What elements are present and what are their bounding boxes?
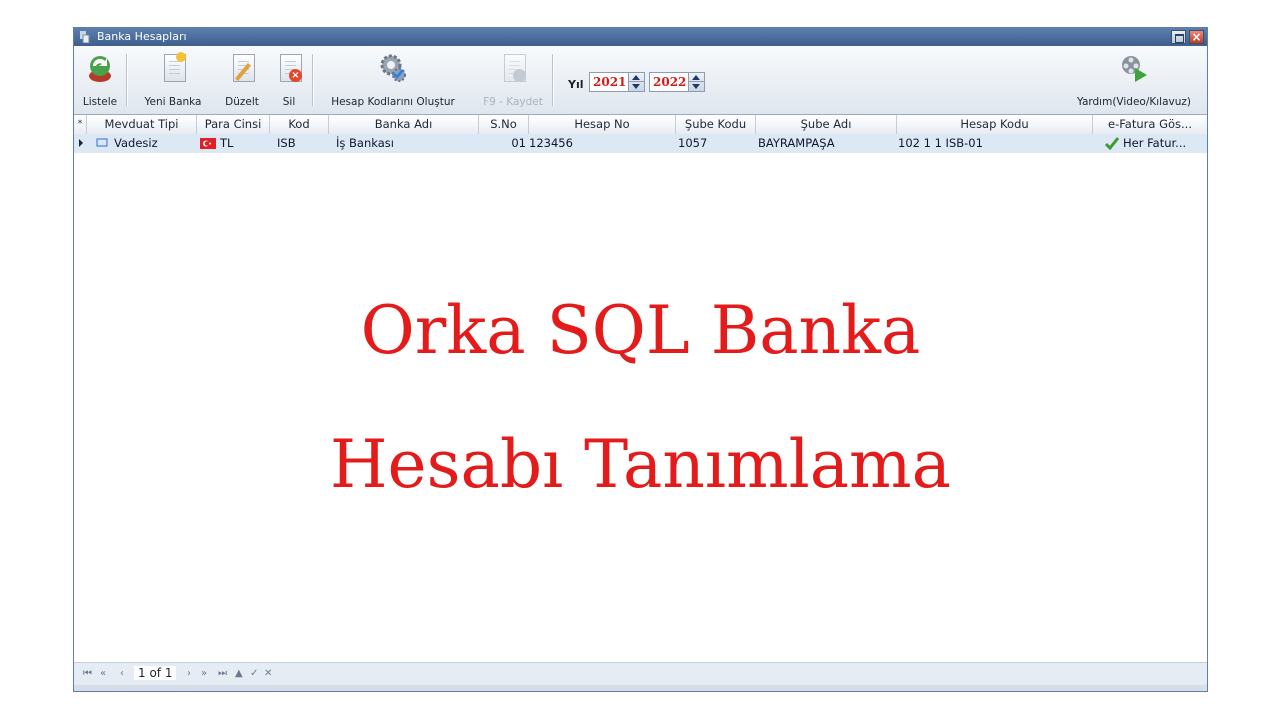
year-from-spinner[interactable]: 2021 [589, 72, 645, 92]
new-row-marker: * [74, 115, 87, 134]
deposit-type-icon [96, 134, 110, 152]
col-e-fatura[interactable]: e-Fatura Gös... [1093, 115, 1207, 134]
check-icon [1104, 134, 1122, 152]
cell-e-fatura: Her Fatur... [1123, 136, 1187, 150]
cell-hesap-no: 123456 [529, 136, 573, 150]
col-banka-adi[interactable]: Banka Adı [329, 115, 479, 134]
row-indicator-icon [77, 134, 85, 152]
col-sno[interactable]: S.No [479, 115, 529, 134]
col-sube-kodu[interactable]: Şube Kodu [676, 115, 756, 134]
spin-up-icon[interactable] [692, 75, 700, 80]
yardim-button[interactable]: Yardım(Video/Kılavuz) [1064, 52, 1204, 110]
toolbar: Listele Yeni Banka Düzelt × Sil Hesap Ko… [74, 46, 1207, 115]
year-from-spin-buttons[interactable] [628, 73, 644, 91]
overlay-title-line1: Orka SQL Banka [360, 292, 921, 369]
next-page-icon[interactable]: » [201, 668, 207, 679]
sil-button[interactable]: × Sil [272, 52, 306, 110]
gear-icon [380, 54, 406, 82]
col-hesap-no[interactable]: Hesap No [529, 115, 676, 134]
status-bar [74, 685, 1207, 691]
cell-sube-kodu: 1057 [678, 136, 708, 150]
next-record-icon[interactable]: › [187, 668, 191, 679]
refresh-icon [89, 56, 111, 82]
cell-hesap-kodu: 102 1 1 ISB-01 [898, 136, 983, 150]
record-navigator: ⏮ « ‹ 1 of 1 › » ⏭ ▲ ✓ ✕ [74, 662, 1207, 685]
grid-header: * Mevduat Tipi Para Cinsi Kod Banka Adı … [74, 115, 1207, 135]
title-bar: Banka Hesapları × [74, 28, 1207, 46]
year-label: Yıl [568, 78, 584, 91]
confirm-icon[interactable]: ✓ [250, 668, 258, 679]
last-record-icon[interactable]: ⏭ [218, 668, 227, 679]
cell-sube-adi: BAYRAMPAŞA [758, 136, 835, 150]
save-document-icon [498, 52, 528, 84]
window-title: Banka Hesapları [97, 30, 187, 43]
year-to-spinner[interactable]: 2022 [649, 72, 705, 92]
turkish-flag-icon [200, 134, 218, 152]
delete-document-icon: × [274, 52, 304, 84]
col-hesap-kodu[interactable]: Hesap Kodu [897, 115, 1093, 134]
col-mevduat-tipi[interactable]: Mevduat Tipi [87, 115, 197, 134]
overlay-title-line2: Hesabı Tanımlama [329, 426, 951, 503]
grid-body [74, 153, 1207, 667]
cell-para-cinsi: TL [220, 136, 234, 150]
cell-kod: ISB [277, 136, 296, 150]
toolbar-separator [552, 54, 554, 106]
edit-document-icon [227, 52, 257, 84]
video-help-icon [1122, 56, 1147, 82]
move-up-icon[interactable]: ▲ [235, 668, 243, 679]
banka-hesaplari-window: Banka Hesapları × Listele Yeni Banka Düz… [73, 27, 1208, 692]
table-row[interactable]: Vadesiz TL ISB İş Bankası 01 123456 1057… [74, 134, 1207, 153]
col-sube-adi[interactable]: Şube Adı [756, 115, 897, 134]
cell-banka-adi: İş Bankası [336, 136, 394, 150]
cell-mevduat-tipi: Vadesiz [114, 136, 158, 150]
prev-record-icon[interactable]: ‹ [120, 668, 124, 679]
yeni-banka-button[interactable]: Yeni Banka [134, 52, 212, 110]
hesap-kodlarini-olustur-button[interactable]: Hesap Kodlarını Oluştur [318, 52, 468, 110]
spin-down-icon[interactable] [632, 84, 640, 89]
close-button[interactable]: × [1189, 30, 1204, 44]
kaydet-button[interactable]: F9 - Kaydet [478, 52, 548, 110]
duzelt-button[interactable]: Düzelt [216, 52, 268, 110]
record-position: 1 of 1 [134, 666, 177, 680]
spin-down-icon[interactable] [692, 84, 700, 89]
listele-button[interactable]: Listele [80, 52, 120, 110]
spin-up-icon[interactable] [632, 75, 640, 80]
new-document-icon [158, 52, 188, 84]
toolbar-separator [126, 54, 128, 106]
app-icon [80, 31, 90, 43]
year-to-spin-buttons[interactable] [688, 73, 704, 91]
prev-page-icon[interactable]: « [100, 668, 106, 679]
cancel-icon[interactable]: ✕ [264, 668, 272, 679]
first-record-icon[interactable]: ⏮ [83, 668, 92, 679]
maximize-button[interactable] [1171, 30, 1186, 44]
toolbar-separator [312, 54, 314, 106]
col-para-cinsi[interactable]: Para Cinsi [197, 115, 270, 134]
col-kod[interactable]: Kod [270, 115, 329, 134]
cell-sno: 01 [511, 136, 526, 150]
